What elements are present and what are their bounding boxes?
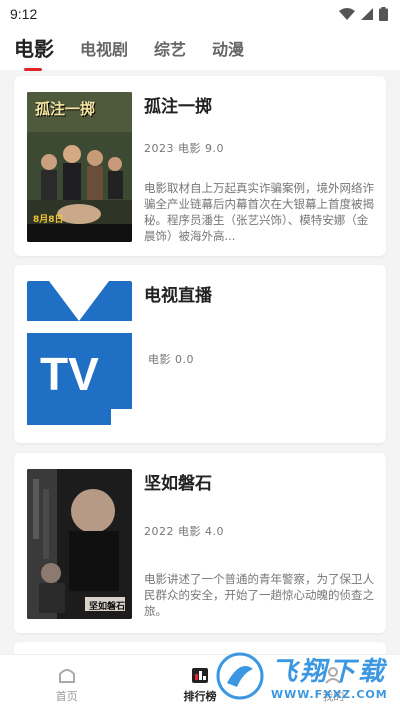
status-bar: 9:12	[0, 0, 400, 28]
content-list: 孤注一掷 8月8日 孤注一掷 2023 电影 9.0 电影取材自上万起真实诈骗案…	[0, 70, 400, 654]
card-title: 电视直播	[144, 286, 212, 306]
nav-ranking-label: 排行榜	[183, 689, 217, 703]
nav-profile-label: 我的	[322, 689, 345, 703]
card-meta: 2022 电影 4.0	[144, 525, 224, 538]
list-item[interactable]: 坚如磐石 坚如磐石 2022 电影 4.0 电影讲述了一个普通的青年警察，为了保…	[14, 453, 386, 633]
nav-home-label: 首页	[55, 689, 78, 703]
profile-icon	[325, 666, 342, 684]
card-description: 电影取材自上万起真实诈骗案例，境外网络诈骗全产业链幕后内幕首次在大银幕上首度被揭…	[144, 181, 374, 243]
tv-logo-text: TV	[40, 348, 99, 400]
poster-date-text: 8月8日	[33, 215, 64, 225]
status-time: 9:12	[10, 6, 38, 22]
nav-profile[interactable]: 我的	[293, 665, 373, 704]
wifi-icon	[339, 8, 355, 20]
bottom-nav: 首页 排行榜 我的	[0, 654, 400, 713]
card-title: 孤注一掷	[144, 97, 212, 117]
battery-icon	[379, 7, 388, 21]
poster-title-text: 坚如磐石	[89, 602, 126, 612]
card-meta: 2023 电影 9.0	[144, 142, 224, 155]
card-description: 电影讲述了一个普通的青年警察，为了保卫人民群众的安全，开始了一趟惊心动魄的侦查之…	[144, 572, 374, 618]
poster-image: 孤注一掷 8月8日	[27, 92, 132, 242]
status-icons	[339, 7, 388, 21]
tab-movie[interactable]: 电影	[14, 28, 54, 71]
poster-image: 坚如磐石	[27, 469, 132, 619]
home-icon	[58, 668, 75, 683]
list-item[interactable]: 孤注一掷 8月8日 孤注一掷 2023 电影 9.0 电影取材自上万起真实诈骗案…	[14, 76, 386, 256]
poster-title-text: 孤注一掷	[35, 100, 96, 118]
tab-variety[interactable]: 综艺	[154, 28, 186, 60]
category-tabs: 电影 电视剧 综艺 动漫	[0, 28, 400, 71]
tab-anime[interactable]: 动漫	[212, 28, 244, 60]
poster-art	[27, 469, 132, 619]
tab-tv-series[interactable]: 电视剧	[80, 28, 128, 60]
signal-icon	[361, 8, 373, 20]
ranking-icon	[191, 667, 208, 683]
list-item[interactable]: TV 电视直播 电影 0.0	[14, 265, 386, 443]
nav-ranking[interactable]: 排行榜	[160, 665, 240, 704]
list-item[interactable]	[14, 642, 386, 654]
card-title: 坚如磐石	[144, 474, 212, 494]
nav-home[interactable]: 首页	[27, 665, 107, 704]
poster-image: TV	[27, 281, 132, 431]
card-meta: 电影 0.0	[148, 353, 194, 366]
